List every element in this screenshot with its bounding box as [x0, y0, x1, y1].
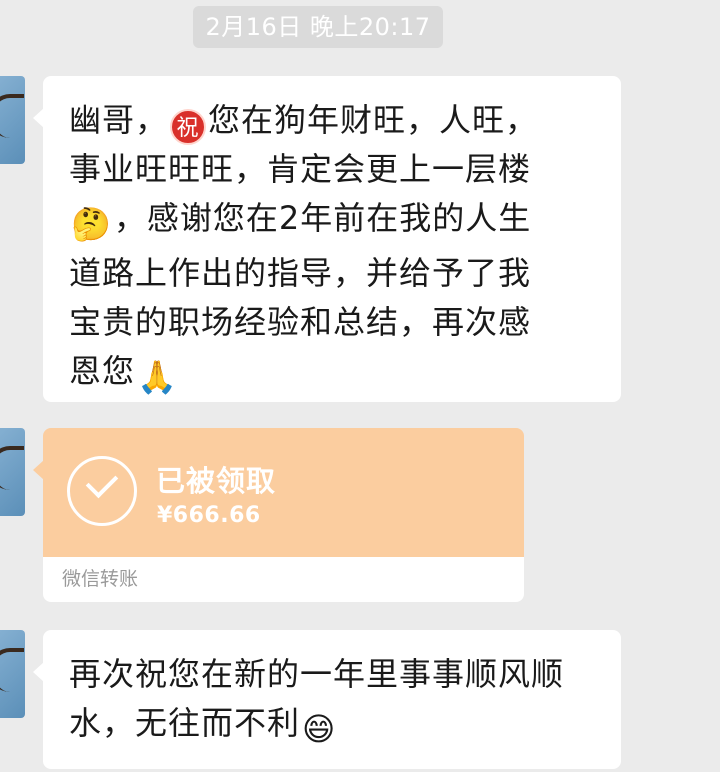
message-text-segment: 您在狗年财旺，人旺，	[208, 101, 539, 139]
message-text-segment: 再次祝您在新的一年里事事顺风顺	[69, 655, 565, 693]
zhu-blessing-icon: 祝	[170, 109, 207, 145]
wechat-transfer-card[interactable]: 已被领取 ¥666.66 微信转账	[43, 428, 524, 602]
message-text-segment: 事业旺旺旺，肯定会更上一层楼	[69, 150, 532, 188]
smile-emoji-icon: 😄	[302, 710, 337, 748]
message-text: 幽哥，祝您在狗年财旺，人旺， 事业旺旺旺，肯定会更上一层楼 🤔，感谢您在2年前在…	[43, 76, 621, 420]
message-bubble-blessing[interactable]: 再次祝您在新的一年里事事顺风顺 水，无往而不利😄	[33, 630, 621, 772]
message-text-segment: 恩您	[69, 352, 136, 390]
avatar-hair	[0, 648, 24, 692]
pray-emoji-icon: 🙏	[137, 358, 178, 396]
avatar-hair	[0, 94, 24, 138]
check-circle-icon	[67, 456, 137, 526]
transfer-card-body: 已被领取 ¥666.66	[43, 428, 524, 557]
message-text-segment: 宝贵的职场经验和总结，再次感	[69, 303, 532, 341]
message-text-segment: 幽哥，	[69, 101, 169, 139]
avatar[interactable]	[0, 76, 25, 164]
message-text: 再次祝您在新的一年里事事顺风顺 水，无往而不利😄	[43, 630, 621, 772]
message-text-segment: 道路上作出的指导，并给予了我	[69, 254, 532, 292]
avatar[interactable]	[0, 428, 25, 516]
avatar[interactable]	[0, 630, 25, 718]
thinking-emoji-icon: 🤔	[71, 205, 112, 243]
timestamp-badge: 2月16日 晚上20:17	[193, 6, 443, 48]
message-bubble-greeting[interactable]: 幽哥，祝您在狗年财旺，人旺， 事业旺旺旺，肯定会更上一层楼 🤔，感谢您在2年前在…	[33, 76, 621, 402]
transfer-footer-label: 微信转账	[43, 557, 524, 602]
message-text-segment: ，感谢您在2年前在我的人生	[113, 199, 532, 237]
message-text-segment: 水，无往而不利	[69, 704, 301, 742]
avatar-hair	[0, 446, 24, 490]
transfer-amount: ¥666.66	[157, 503, 261, 528]
transfer-status: 已被领取	[156, 464, 277, 498]
